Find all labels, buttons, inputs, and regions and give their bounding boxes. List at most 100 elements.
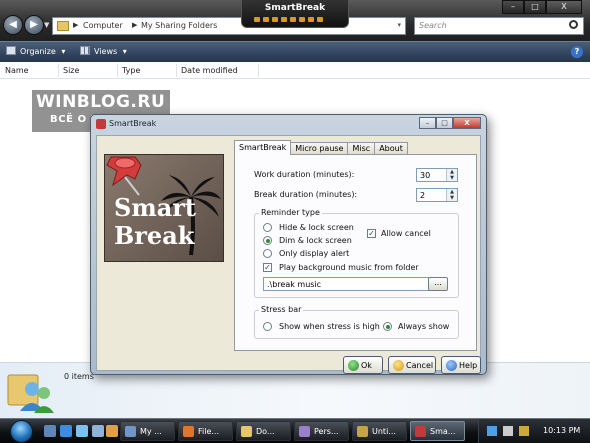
organize-label: Organize (20, 47, 56, 56)
play-music-label[interactable]: Play background music from folder (279, 263, 419, 272)
breadcrumb-separator[interactable]: ▶ (132, 21, 137, 29)
quicklaunch-media-icon[interactable] (92, 425, 104, 437)
smartbreak-widget-title: SmartBreak (264, 3, 326, 13)
allow-cancel-label[interactable]: Allow cancel (381, 229, 431, 238)
recent-pages-dropdown[interactable]: ▼ (44, 21, 49, 29)
taskbar-button[interactable]: Unti... (352, 421, 407, 441)
taskbar-button[interactable]: Do... (236, 421, 291, 441)
search-input[interactable]: Search (414, 17, 584, 35)
radio-always-show[interactable] (383, 322, 392, 331)
taskbar-button[interactable]: Pers... (294, 421, 349, 441)
cancel-button[interactable]: Cancel (388, 356, 436, 374)
address-dropdown-icon[interactable]: ▾ (397, 21, 401, 29)
column-divider[interactable] (176, 64, 177, 77)
smartbreak-logo: Smart Break (104, 154, 224, 262)
always-show-label[interactable]: Always show (398, 322, 449, 331)
search-icon[interactable] (569, 20, 578, 29)
column-date-modified[interactable]: Date modified (181, 66, 238, 75)
play-music-checkbox[interactable]: ✓ (263, 263, 272, 272)
taskbar-button-label: Sma... (430, 427, 456, 436)
breadcrumb-root-separator[interactable]: ▶ (73, 21, 78, 29)
column-name[interactable]: Name (5, 66, 29, 75)
breadcrumb-computer[interactable]: Computer (83, 21, 123, 30)
tab-strip: SmartBreak Micro pause Misc About (234, 140, 408, 155)
taskbar-app-icon (241, 426, 252, 437)
help-icon[interactable]: ? (571, 46, 583, 58)
forward-button[interactable]: ▶ (24, 15, 44, 35)
break-duration-label: Break duration (minutes): (254, 190, 358, 199)
spin-down-button[interactable]: ▼ (447, 195, 457, 201)
quicklaunch-show-desktop-icon[interactable] (44, 425, 56, 437)
back-button[interactable]: ◀ (3, 15, 23, 35)
ok-button[interactable]: Ok (343, 356, 383, 374)
maximize-button[interactable]: □ (524, 0, 546, 14)
quicklaunch-app-icon[interactable] (106, 425, 118, 437)
organize-dropdown-icon: ▾ (61, 47, 66, 56)
views-dropdown-icon: ▾ (122, 47, 127, 56)
stress-led (308, 17, 314, 22)
only-display-alert-label[interactable]: Only display alert (279, 249, 349, 258)
breadcrumb-my-sharing-folders[interactable]: My Sharing Folders (141, 21, 217, 30)
spinner-arrows: ▲ ▼ (446, 189, 457, 201)
column-size[interactable]: Size (63, 66, 79, 75)
browse-folder-button[interactable]: ... (428, 277, 448, 291)
help-button[interactable]: Help (441, 356, 481, 374)
dialog-close-button[interactable]: X (453, 117, 481, 129)
column-divider[interactable] (258, 64, 259, 77)
radio-hide-lock-screen[interactable] (263, 223, 272, 232)
stress-led (290, 17, 296, 22)
minimize-button[interactable]: – (502, 0, 524, 14)
help-button-icon (446, 360, 457, 371)
taskbar-button[interactable]: Sma... (410, 421, 465, 441)
tray-network-icon[interactable] (487, 426, 497, 436)
item-count: 0 items (64, 372, 94, 381)
break-duration-spinner[interactable]: 2 ▲ ▼ (416, 188, 458, 202)
close-button[interactable]: X (546, 0, 582, 14)
spin-down-button[interactable]: ▼ (447, 175, 457, 181)
dialog-title: SmartBreak (109, 119, 157, 128)
radio-show-when-stress-high[interactable] (263, 322, 272, 331)
tray-volume-icon[interactable] (503, 426, 513, 436)
tray-app-icon[interactable] (519, 426, 529, 436)
clock[interactable]: 10:13 PM (543, 426, 580, 435)
allow-cancel-checkbox[interactable]: ✓ (367, 229, 376, 238)
hide-lock-screen-label[interactable]: Hide & lock screen (279, 223, 354, 232)
address-bar[interactable]: ▶ Computer ▶ My Sharing Folders ▾ (52, 17, 406, 35)
break-duration-value[interactable]: 2 (420, 191, 425, 200)
taskbar-button[interactable]: My ... (120, 421, 175, 441)
column-type[interactable]: Type (122, 66, 140, 75)
ok-label: Ok (361, 361, 372, 370)
windows-orb-icon (10, 420, 33, 443)
command-bar: Organize ▾ Views ▾ ? (0, 41, 590, 62)
dim-lock-screen-label[interactable]: Dim & lock screen (279, 236, 352, 245)
reminder-type-title: Reminder type (259, 208, 322, 217)
radio-only-display-alert[interactable] (263, 249, 272, 258)
organize-button[interactable]: Organize ▾ (6, 46, 65, 56)
reminder-type-group: Reminder type Hide & lock screen Dim & l… (254, 208, 459, 298)
taskbar-app-icon (125, 426, 136, 437)
quicklaunch-switch-windows-icon[interactable] (76, 425, 88, 437)
work-duration-spinner[interactable]: 30 ▲ ▼ (416, 168, 458, 182)
stress-led (281, 17, 287, 22)
folder-icon (57, 21, 69, 31)
stress-led (317, 17, 323, 22)
smartbreak-stress-widget[interactable]: SmartBreak (241, 0, 349, 28)
stress-led-bar (254, 17, 323, 22)
dialog-minimize-button[interactable]: – (419, 117, 436, 129)
dialog-client-area: Smart Break SmartBreak Micro pause Misc … (96, 135, 481, 374)
show-when-stress-high-label[interactable]: Show when stress is high (279, 322, 380, 331)
tab-smartbreak[interactable]: SmartBreak (234, 140, 292, 155)
taskbar-button-label: Unti... (372, 427, 396, 436)
taskbar-button[interactable]: File... (178, 421, 233, 441)
column-divider[interactable] (58, 64, 59, 77)
quicklaunch-ie-icon[interactable] (60, 425, 72, 437)
column-divider[interactable] (117, 64, 118, 77)
start-button[interactable] (3, 419, 37, 443)
cancel-label: Cancel (406, 361, 434, 370)
dialog-maximize-button[interactable]: □ (436, 117, 453, 129)
organize-icon (6, 46, 16, 55)
views-button[interactable]: Views ▾ (80, 46, 127, 56)
music-folder-field[interactable]: .\break music (263, 277, 439, 291)
radio-dim-lock-screen[interactable] (263, 236, 272, 245)
work-duration-value[interactable]: 30 (420, 171, 430, 180)
